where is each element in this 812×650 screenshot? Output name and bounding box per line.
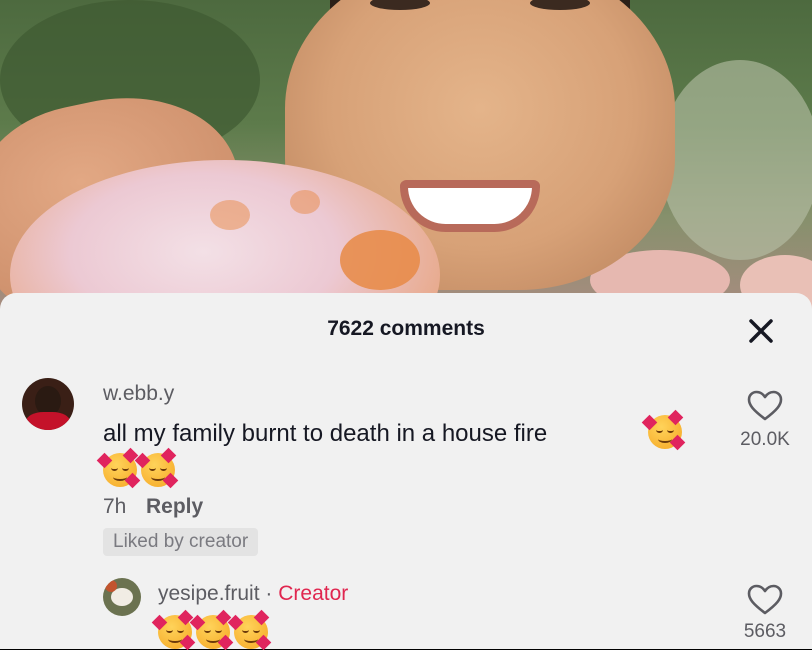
liked-by-creator-badge: Liked by creator: [103, 528, 259, 556]
heart-icon[interactable]: [747, 584, 783, 616]
heart-icon[interactable]: [747, 390, 783, 422]
fruit-mold-spot: [290, 190, 320, 214]
fruit-mold-spot: [210, 200, 250, 230]
background-flowers: [660, 60, 812, 260]
smiling-face-with-hearts-icon: [227, 609, 272, 650]
like-count: 5663: [743, 621, 787, 642]
comments-sheet: 7622 comments w.ebb.y all my family burn…: [0, 293, 812, 650]
person-smile: [400, 180, 540, 232]
reply-emoji: [151, 609, 272, 650]
smiling-face-with-hearts-icon: [151, 609, 196, 650]
comment-inline-emoji: [641, 409, 686, 451]
avatar-photo: [105, 580, 117, 592]
reply-username-row: yesipe.fruit · Creator: [158, 582, 348, 606]
separator-dot: ·: [265, 582, 273, 605]
comments-count-title: 7622 comments: [327, 317, 485, 340]
comment-body: all my family burnt to death in a house …: [103, 420, 548, 447]
comment-text: all my family burnt to death in a house …: [103, 417, 547, 451]
smiling-face-with-hearts-icon: [641, 409, 686, 451]
reply-button[interactable]: Reply: [146, 495, 203, 519]
avatar-photo: [26, 412, 70, 430]
comment-username[interactable]: w.ebb.y: [103, 382, 174, 406]
smiling-face-with-hearts-icon: [189, 609, 234, 650]
comment-trailing-emoji: [96, 447, 179, 489]
video-frame[interactable]: [0, 0, 812, 310]
person-eye: [370, 0, 430, 10]
avatar[interactable]: [103, 578, 141, 616]
creator-label: Creator: [278, 582, 349, 605]
smiling-face-with-hearts-icon: [96, 447, 141, 489]
like-count: 20.0K: [740, 429, 790, 450]
smiling-face-with-hearts-icon: [134, 447, 179, 489]
comment-timestamp: 7h: [103, 495, 127, 518]
person-eye: [530, 0, 590, 10]
close-icon[interactable]: [744, 314, 778, 348]
reply-username[interactable]: yesipe.fruit: [158, 582, 260, 605]
avatar[interactable]: [22, 378, 74, 430]
fruit-mold-spot: [340, 230, 420, 290]
